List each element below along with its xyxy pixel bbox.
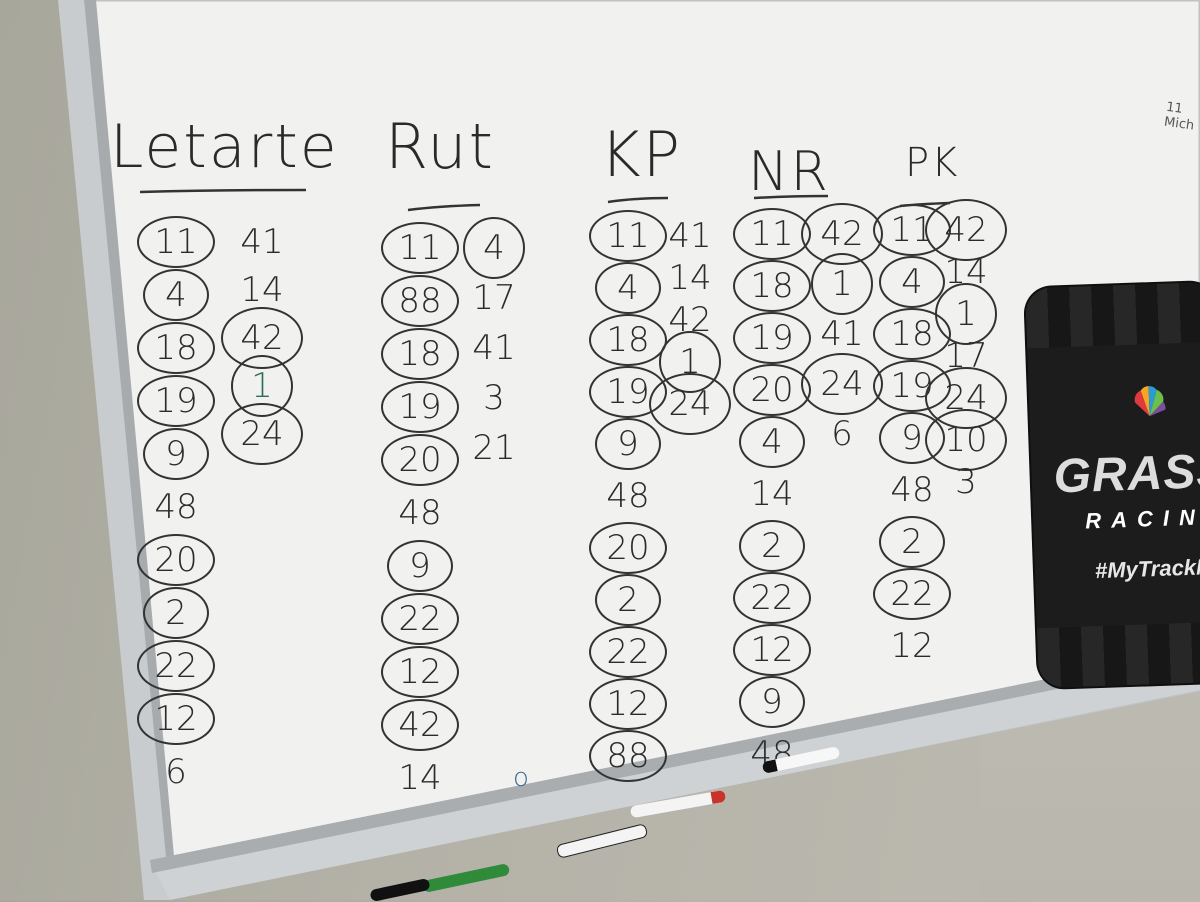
pick-number: 12: [398, 652, 442, 692]
pick-number: 11: [398, 228, 442, 268]
pick-number: 9: [901, 418, 923, 458]
peacock-logo-icon: [1134, 386, 1166, 417]
sign-brand: GRASSRO: [1052, 441, 1200, 504]
whiteboard: Letarte 11 4 18 19 9 48 20 2 22 12 6 41 14 42 1 24 Rut 11 8…: [0, 0, 1200, 900]
pick-number: 18: [154, 328, 198, 368]
pick-number: 22: [154, 646, 198, 686]
pick-number: 12: [750, 630, 794, 670]
pick-number: 20: [398, 440, 442, 480]
pick-number: 41: [472, 328, 516, 368]
pick-number: 42: [240, 318, 284, 358]
pick-number: 17: [472, 278, 516, 318]
pick-number: 4: [165, 275, 187, 315]
pick-number: 3: [483, 378, 505, 418]
pick-number: 20: [154, 540, 198, 580]
pick-number: 19: [398, 387, 442, 427]
pick-number: 41: [668, 216, 712, 256]
pick-number: 41: [240, 222, 284, 262]
pick-number: 12: [890, 626, 934, 666]
pick-number: 20: [606, 528, 650, 568]
pick-number: 42: [944, 210, 988, 250]
pick-number: 48: [890, 470, 934, 510]
pick-number: 24: [668, 384, 712, 424]
pick-number: 9: [617, 424, 639, 464]
pick-number: 2: [617, 580, 639, 620]
pick-number: 6: [831, 414, 853, 454]
column-header: Letarte: [110, 112, 339, 182]
pick-number: 12: [606, 684, 650, 724]
corner-scribble: 11 Mich: [1163, 99, 1196, 134]
pick-number: 4: [761, 422, 783, 462]
pick-number: 14: [668, 258, 712, 298]
pick-number: 6: [165, 752, 187, 792]
pick-number: 20: [750, 370, 794, 410]
pick-number: 9: [409, 546, 431, 586]
pick-number: 4: [901, 262, 923, 302]
pick-number: 14: [398, 758, 442, 798]
pick-number: 1: [831, 264, 853, 304]
pick-number: 9: [761, 682, 783, 722]
pick-number: 9: [165, 434, 187, 474]
checker-pattern-top: [1025, 281, 1200, 349]
pick-number: 18: [750, 266, 794, 306]
pick-number: 24: [820, 364, 864, 404]
pick-number: 88: [606, 736, 650, 776]
pick-number: 22: [606, 632, 650, 672]
sign-hashtag: #MyTrackMyP: [1094, 553, 1200, 584]
pick-number: 1: [251, 366, 273, 406]
pick-number: 4: [483, 228, 505, 268]
pick-number: 2: [165, 593, 187, 633]
pick-number: 11: [606, 216, 650, 256]
pick-number: 19: [750, 318, 794, 358]
pick-number: 2: [761, 526, 783, 566]
column-header: KP: [600, 118, 683, 191]
pick-number: 42: [398, 705, 442, 745]
pick-number: 48: [154, 487, 198, 527]
grassroots-sign: GRASSRO RACING T #MyTrackMyP: [1025, 281, 1200, 689]
column-header: PK: [905, 140, 960, 186]
pick-number: 48: [398, 493, 442, 533]
pick-number: 11: [750, 214, 794, 254]
pick-number: 22: [750, 578, 794, 618]
pick-number: 11: [154, 222, 198, 262]
stray-mark: o: [513, 763, 529, 793]
pick-number: 21: [472, 428, 516, 468]
column-header: NR: [748, 140, 830, 203]
pick-number: 3: [955, 462, 977, 502]
sign-tagline: RACING T: [1084, 502, 1200, 534]
pick-number: 4: [617, 268, 639, 308]
pick-number: 12: [154, 699, 198, 739]
pick-number: 41: [820, 314, 864, 354]
pick-number: 1: [955, 294, 977, 334]
pick-number: 14: [240, 270, 284, 310]
pick-number: 48: [606, 476, 650, 516]
pick-number: 18: [890, 314, 934, 354]
pick-number: 24: [240, 414, 284, 454]
pick-number: 18: [398, 334, 442, 374]
checker-pattern-bottom: [1036, 621, 1200, 689]
column-header: Rut: [385, 110, 495, 183]
pick-number: 22: [398, 599, 442, 639]
pick-number: 88: [398, 281, 442, 321]
pick-number: 22: [890, 574, 934, 614]
pick-number: 18: [606, 320, 650, 360]
pick-number: 10: [944, 420, 988, 460]
pick-number: 19: [154, 381, 198, 421]
pick-number: 14: [750, 474, 794, 514]
pick-number: 19: [606, 372, 650, 412]
pick-number: 2: [901, 522, 923, 562]
pick-number: 42: [820, 214, 864, 254]
